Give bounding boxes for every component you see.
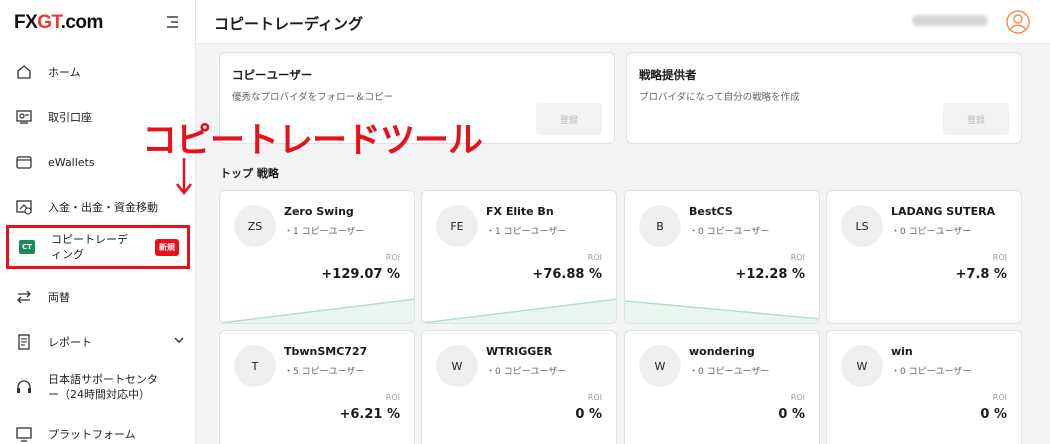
transfer-icon — [14, 197, 34, 217]
provider-title: 戦略提供者 — [639, 68, 697, 82]
user-name-blurred — [912, 15, 988, 26]
top-header: コピートレーディング — [196, 0, 1050, 44]
strategy-name: LADANG SUTERA — [891, 205, 996, 218]
roi-value: +129.07 % — [321, 267, 400, 282]
roi-label: ROI — [385, 253, 400, 262]
chevron-down-icon[interactable] — [174, 335, 184, 345]
strategy-card[interactable]: Wwin ・0 コピーユーザー ROI 0 % — [826, 330, 1022, 444]
provider-desc: プロバイダになって自分の戦略を作成 — [639, 92, 800, 103]
exchange-icon — [14, 287, 34, 307]
sidebar-item-label: 取引口座 — [48, 111, 92, 124]
roi-label: ROI — [587, 393, 602, 402]
wallet-icon — [14, 152, 34, 172]
copy-user-title: コピーユーザー — [232, 68, 313, 82]
roi-label: ROI — [790, 253, 805, 262]
sidebar-item-label: プラットフォーム — [48, 428, 136, 441]
sidebar-item-label: ホーム — [48, 66, 81, 79]
roi-label: ROI — [385, 393, 400, 402]
sidebar-item-home[interactable]: ホーム — [14, 62, 184, 82]
roi-label: ROI — [587, 253, 602, 262]
annotation-arrow-icon — [176, 158, 192, 196]
sidebar-item-copy-trading[interactable]: CT コピートレーディング 新規 — [6, 225, 190, 269]
strategy-avatar: W — [436, 345, 478, 387]
strategy-card[interactable]: T TbwnSMC727 ・5 コピーユーザー ROI +6.21 % — [219, 330, 415, 444]
strategy-avatar: B — [639, 205, 681, 247]
roi-value: +6.21 % — [339, 407, 400, 422]
sidebar-item-label: レポート — [48, 336, 92, 349]
roi-value: +12.28 % — [735, 267, 805, 282]
strategy-followers: ・0 コピーユーザー — [486, 367, 567, 377]
strategy-followers: ・5 コピーユーザー — [284, 367, 365, 377]
strategy-name: BestCS — [689, 205, 733, 218]
strategy-card[interactable]: B BestCS ・0 コピーユーザー ROI +12.28 % — [624, 190, 820, 324]
sidebar-item-label: 入金・出金・資金移動 — [48, 201, 158, 214]
menu-collapse-icon[interactable] — [164, 14, 180, 30]
copy-user-register-button[interactable]: 登録 — [536, 103, 602, 135]
strategy-name: win — [891, 345, 913, 358]
strategy-avatar: T — [234, 345, 276, 387]
strategy-card[interactable]: W WTRIGGER ・0 コピーユーザー ROI 0 % — [421, 330, 617, 444]
new-badge: 新規 — [155, 238, 179, 256]
sidebar-item-label: 両替 — [48, 291, 70, 304]
report-icon — [14, 332, 34, 352]
strategy-card[interactable]: FE FX Elite Bn ・1 コピーユーザー ROI +76.88 % — [421, 190, 617, 324]
strategy-name: WTRIGGER — [486, 345, 553, 358]
strategy-name: FX Elite Bn — [486, 205, 554, 218]
strategy-followers: ・0 コピーユーザー — [689, 227, 770, 237]
strategy-followers: ・0 コピーユーザー — [891, 227, 972, 237]
strategy-avatar: ZS — [234, 205, 276, 247]
provider-register-button[interactable]: 登録 — [943, 103, 1009, 135]
sidebar-item-label: eWallets — [48, 155, 95, 169]
roi-sparkline — [220, 298, 414, 323]
page-title: コピートレーディング — [214, 15, 363, 33]
sidebar-item-support[interactable]: 日本語サポートセンター（24時間対応中） — [14, 372, 184, 402]
strategy-name: Zero Swing — [284, 205, 354, 218]
sidebar-item-funds[interactable]: 入金・出金・資金移動 — [14, 197, 184, 217]
strategy-avatar: FE — [436, 205, 478, 247]
strategy-avatar: LS — [841, 205, 883, 247]
roi-label: ROI — [992, 393, 1007, 402]
sidebar: FXGT.com ホーム 取引口座 eWallets 入金・出金・資金移動 CT… — [0, 0, 196, 444]
strategy-followers: ・0 コピーユーザー — [891, 367, 972, 377]
strategy-card[interactable]: Wwondering ・0 コピーユーザー ROI 0 % — [624, 330, 820, 444]
sidebar-item-exchange[interactable]: 両替 — [14, 287, 184, 307]
strategy-card[interactable]: ZS Zero Swing ・1 コピーユーザー ROI +129.07 % — [219, 190, 415, 324]
user-avatar-icon[interactable] — [1006, 10, 1030, 34]
top-strategies-title: トップ 戦略 — [220, 167, 279, 180]
sidebar-item-platform[interactable]: プラットフォーム — [14, 424, 184, 444]
strategy-name: wondering — [689, 345, 755, 358]
fxgt-logo[interactable]: FXGT.com — [14, 12, 103, 34]
roi-value: 0 % — [980, 407, 1007, 422]
platform-icon — [14, 424, 34, 444]
strategy-followers: ・1 コピーユーザー — [284, 227, 365, 237]
strategy-name: TbwnSMC727 — [284, 345, 368, 358]
roi-value: 0 % — [575, 407, 602, 422]
roi-sparkline — [625, 300, 819, 323]
roi-label: ROI — [790, 393, 805, 402]
roi-value: +7.8 % — [955, 267, 1007, 282]
ct-icon: CT — [17, 237, 37, 257]
roi-value: 0 % — [778, 407, 805, 422]
strategy-avatar: W — [639, 345, 681, 387]
roi-sparkline — [422, 298, 616, 323]
sidebar-item-label: コピートレーディング — [51, 233, 128, 261]
roi-value: +76.88 % — [532, 267, 602, 282]
strategy-card[interactable]: LS LADANG SUTERA ・0 コピーユーザー ROI +7.8 % — [826, 190, 1022, 324]
strategy-followers: ・0 コピーユーザー — [689, 367, 770, 377]
provider-panel: 戦略提供者 プロバイダになって自分の戦略を作成 登録 — [626, 52, 1022, 144]
accounts-icon — [14, 107, 34, 127]
headset-icon — [14, 377, 34, 397]
home-icon — [14, 62, 34, 82]
roi-label: ROI — [992, 253, 1007, 262]
strategy-avatar: W — [841, 345, 883, 387]
strategy-followers: ・1 コピーユーザー — [486, 227, 567, 237]
sidebar-item-report[interactable]: レポート — [14, 332, 184, 352]
sidebar-item-label: 日本語サポートセンター（24時間対応中） — [48, 373, 158, 401]
copy-user-desc: 優秀なプロバイダをフォロー＆コピー — [232, 92, 394, 103]
